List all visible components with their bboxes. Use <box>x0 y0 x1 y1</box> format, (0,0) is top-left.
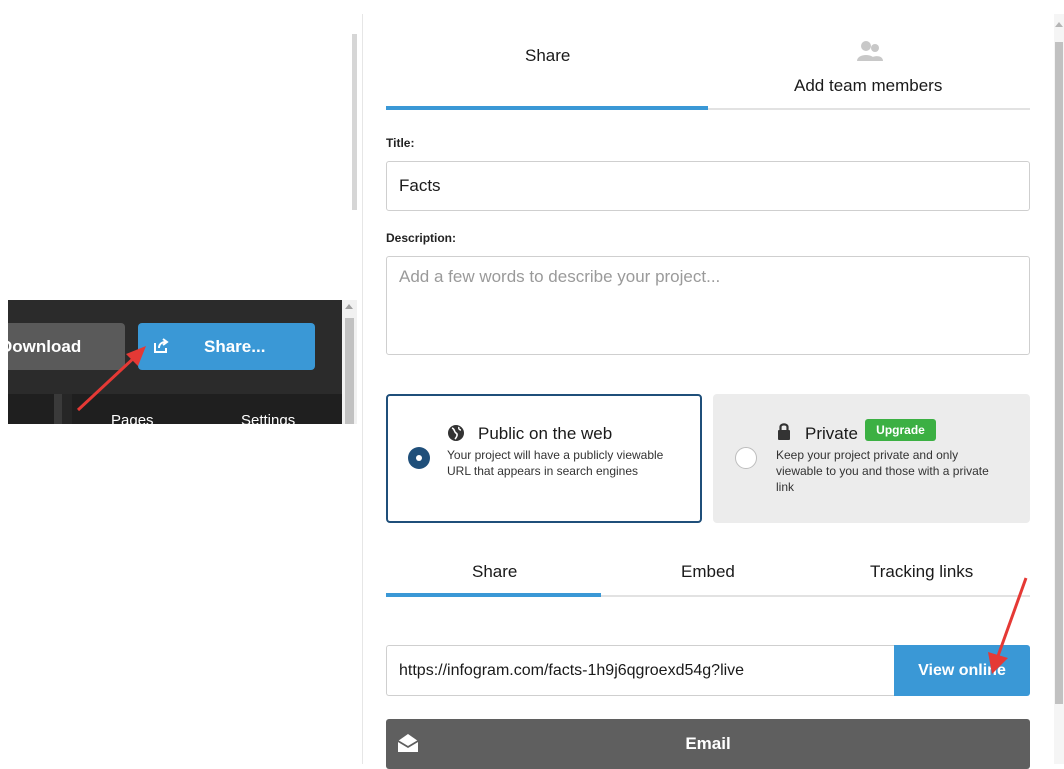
title-input[interactable] <box>386 161 1030 211</box>
private-option-title: Private <box>805 424 858 443</box>
title-label: Title: <box>386 136 415 150</box>
public-option-description: Your project will have a publicly viewab… <box>447 448 664 462</box>
lock-icon <box>778 423 790 440</box>
private-option-description: link <box>776 480 795 494</box>
private-option-description: Keep your project private and only <box>776 448 959 462</box>
public-option-description: URL that appears in search engines <box>447 464 639 478</box>
team-members-icon <box>857 41 883 61</box>
subtab-tracking-links[interactable]: Tracking links <box>870 562 973 582</box>
description-label: Description: <box>386 231 457 245</box>
globe-icon <box>448 425 464 441</box>
share-button[interactable]: Share... <box>138 323 315 370</box>
tab-add-team-members[interactable]: Add team members <box>794 76 942 96</box>
tab-settings[interactable]: Settings <box>241 412 295 424</box>
private-radio[interactable] <box>735 447 757 469</box>
scroll-up-arrow-icon[interactable] <box>345 304 353 309</box>
tab-share[interactable]: Share <box>525 46 570 66</box>
annotation-arrow-icon <box>76 346 146 412</box>
subtab-share[interactable]: Share <box>472 562 517 582</box>
upgrade-badge[interactable]: Upgrade <box>865 419 936 441</box>
email-icon <box>397 734 419 752</box>
share-url-field[interactable] <box>386 645 894 696</box>
share-button-label: Share... <box>204 337 266 356</box>
dialog-scrollbar[interactable] <box>1054 14 1064 764</box>
scrollbar-thumb[interactable] <box>1055 42 1063 704</box>
panel-divider <box>54 394 62 424</box>
active-tab-indicator <box>386 106 708 110</box>
email-button[interactable]: Email <box>386 719 1030 769</box>
editor-toolbar-inset: Download Share... Pages Settings <box>8 300 357 424</box>
public-option-title: Public on the web <box>478 424 613 443</box>
scroll-up-arrow-icon[interactable] <box>1055 22 1063 27</box>
description-input[interactable] <box>386 256 1030 355</box>
page-scrollbar-fragment[interactable] <box>352 34 357 210</box>
subtab-embed[interactable]: Embed <box>681 562 735 582</box>
scrollbar-thumb[interactable] <box>345 318 354 424</box>
public-radio[interactable] <box>408 447 430 469</box>
active-subtab-indicator <box>386 593 601 597</box>
private-option-description: viewable to you and those with a private <box>776 464 989 478</box>
inset-scrollbar[interactable] <box>342 300 357 424</box>
annotation-arrow-icon <box>988 577 1028 674</box>
